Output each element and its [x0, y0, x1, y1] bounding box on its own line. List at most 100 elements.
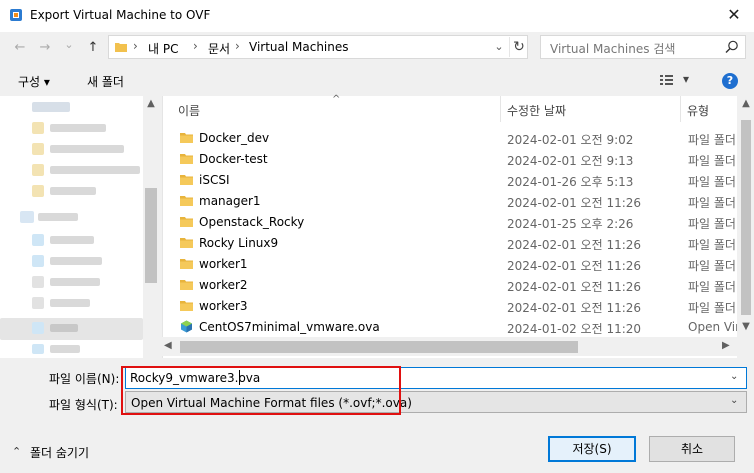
- organize-menu[interactable]: 구성 ▾: [18, 73, 50, 90]
- filetype-select[interactable]: Open Virtual Machine Format files (*.ovf…: [125, 391, 747, 413]
- file-row[interactable]: worker1 2024-02-01 오전 11:26 파일 폴더: [163, 254, 736, 275]
- filename-label: 파일 이름(N):: [49, 372, 120, 386]
- save-button[interactable]: 저장(S): [548, 436, 636, 462]
- cancel-button[interactable]: 취소: [649, 436, 735, 462]
- file-name: Openstack_Rocky: [199, 215, 305, 229]
- scroll-down-arrow-icon[interactable]: ▼: [740, 321, 752, 332]
- file-date: 2024-02-01 오전 11:26: [507, 280, 642, 294]
- new-folder-button[interactable]: 새 폴더: [87, 73, 124, 90]
- file-row[interactable]: worker2 2024-02-01 오전 11:26 파일 폴더: [163, 275, 736, 296]
- breadcrumb-separator: ›: [193, 39, 198, 53]
- window-title: Export Virtual Machine to OVF: [30, 8, 211, 22]
- file-date: 2024-02-01 오전 9:13: [507, 154, 634, 168]
- file-type: Open Vir: [688, 320, 741, 334]
- navigation-scroll-thumb[interactable]: [145, 188, 157, 283]
- sort-ascending-icon: ^: [332, 94, 341, 105]
- column-separator[interactable]: [680, 96, 681, 122]
- recent-locations-icon[interactable]: ⌄: [60, 34, 78, 56]
- breadcrumb-my-pc[interactable]: 내 PC: [148, 40, 178, 57]
- search-box[interactable]: Virtual Machines 검색: [540, 35, 746, 59]
- file-name: worker3: [199, 299, 248, 313]
- file-date: 2024-02-01 오전 11:26: [507, 301, 642, 315]
- file-date: 2024-02-01 오전 11:26: [507, 259, 642, 273]
- back-arrow-icon[interactable]: ←: [11, 37, 29, 59]
- file-type: 파일 폴더: [688, 238, 736, 252]
- file-row[interactable]: manager1 2024-02-01 오전 11:26 파일 폴더: [163, 191, 736, 212]
- chevron-up-icon[interactable]: ⌃: [12, 445, 21, 458]
- filetype-selected-value: Open Virtual Machine Format files (*.ovf…: [131, 396, 412, 410]
- file-name: iSCSI: [199, 173, 230, 187]
- file-row[interactable]: Openstack_Rocky 2024-01-25 오후 2:26 파일 폴더: [163, 212, 736, 233]
- breadcrumb-virtual-machines[interactable]: Virtual Machines: [249, 40, 349, 54]
- help-icon[interactable]: ?: [722, 73, 738, 89]
- breadcrumb-separator: ›: [133, 39, 138, 53]
- file-name: worker1: [199, 257, 248, 271]
- folder-icon: [180, 301, 193, 311]
- column-header-date[interactable]: 수정한 날짜: [507, 102, 566, 128]
- up-arrow-icon[interactable]: ↑: [84, 37, 102, 59]
- file-name: manager1: [199, 194, 261, 208]
- file-name: Docker_dev: [199, 131, 270, 145]
- file-name: Docker-test: [199, 152, 268, 166]
- folder-icon: [180, 259, 193, 269]
- folder-icon: [180, 238, 193, 248]
- file-date: 2024-02-01 오전 9:02: [507, 133, 634, 147]
- file-type: 파일 폴더: [688, 259, 736, 273]
- ova-file-icon: [181, 320, 192, 333]
- scroll-left-arrow-icon[interactable]: ◀: [164, 340, 172, 351]
- filename-input[interactable]: Rocky9_vmware3.ova: [130, 371, 260, 385]
- horizontal-scroll-thumb[interactable]: [180, 341, 578, 353]
- hide-folders-toggle[interactable]: 폴더 숨기기: [30, 444, 89, 461]
- scroll-up-arrow-icon[interactable]: ▲: [740, 98, 752, 109]
- file-date: 2024-01-25 오후 2:26: [507, 217, 634, 231]
- file-type: 파일 폴더: [688, 196, 736, 210]
- file-type: 파일 폴더: [688, 301, 736, 315]
- folder-icon: [180, 196, 193, 206]
- file-type: 파일 폴더: [688, 154, 736, 168]
- address-bar[interactable]: › 내 PC › 문서 › Virtual Machines ⌄ ↻: [108, 35, 528, 59]
- column-header-type[interactable]: 유형: [687, 102, 709, 128]
- column-separator[interactable]: [500, 96, 501, 122]
- folder-icon: [180, 280, 193, 290]
- folder-icon: [180, 154, 193, 164]
- filename-field[interactable]: Rocky9_vmware3.ova ⌄: [125, 367, 747, 389]
- folder-icon: [180, 133, 193, 143]
- file-name: CentOS7minimal_vmware.ova: [199, 320, 380, 334]
- file-row[interactable]: Docker-test 2024-02-01 오전 9:13 파일 폴더: [163, 149, 736, 170]
- scroll-up-arrow-icon[interactable]: ▲: [145, 98, 157, 109]
- folder-icon: [180, 175, 193, 185]
- file-row[interactable]: Docker_dev 2024-02-01 오전 9:02 파일 폴더: [163, 128, 736, 149]
- file-type: 파일 폴더: [688, 175, 736, 189]
- file-name: Rocky Linux9: [199, 236, 279, 250]
- column-header-name[interactable]: 이름: [178, 102, 200, 128]
- folder-icon: [180, 217, 193, 227]
- chevron-down-icon[interactable]: ⌄: [730, 395, 738, 406]
- file-row[interactable]: worker3 2024-02-01 오전 11:26 파일 폴더: [163, 296, 736, 317]
- forward-arrow-icon[interactable]: →: [36, 37, 54, 59]
- search-input[interactable]: Virtual Machines 검색: [550, 40, 675, 57]
- view-options-icon[interactable]: [660, 74, 674, 86]
- text-caret: [239, 370, 240, 385]
- refresh-icon[interactable]: ↻: [509, 37, 528, 57]
- filetype-label: 파일 형식(T):: [49, 398, 118, 412]
- close-button[interactable]: ✕: [722, 4, 746, 26]
- file-type: 파일 폴더: [688, 280, 736, 294]
- breadcrumb-documents[interactable]: 문서: [208, 40, 230, 57]
- file-type: 파일 폴더: [688, 217, 736, 231]
- navigation-pane[interactable]: [0, 96, 159, 358]
- vmware-app-icon: [10, 9, 22, 21]
- file-row[interactable]: iSCSI 2024-01-26 오후 5:13 파일 폴더: [163, 170, 736, 191]
- file-row[interactable]: CentOS7minimal_vmware.ova 2024-01-02 오전 1…: [163, 317, 740, 338]
- file-date: 2024-01-26 오후 5:13: [507, 175, 634, 189]
- address-dropdown-icon[interactable]: ⌄: [491, 38, 507, 56]
- search-icon[interactable]: [724, 39, 740, 55]
- scroll-right-arrow-icon[interactable]: ▶: [722, 340, 730, 351]
- file-row[interactable]: Rocky Linux9 2024-02-01 오전 11:26 파일 폴더: [163, 233, 736, 254]
- view-dropdown-icon[interactable]: ▾: [683, 72, 689, 86]
- file-date: 2024-01-02 오전 11:20: [507, 322, 642, 336]
- file-date: 2024-02-01 오전 11:26: [507, 196, 642, 210]
- file-date: 2024-02-01 오전 11:26: [507, 238, 642, 252]
- file-type: 파일 폴더: [688, 133, 736, 147]
- vertical-scroll-thumb[interactable]: [741, 120, 751, 315]
- chevron-down-icon[interactable]: ⌄: [730, 371, 738, 382]
